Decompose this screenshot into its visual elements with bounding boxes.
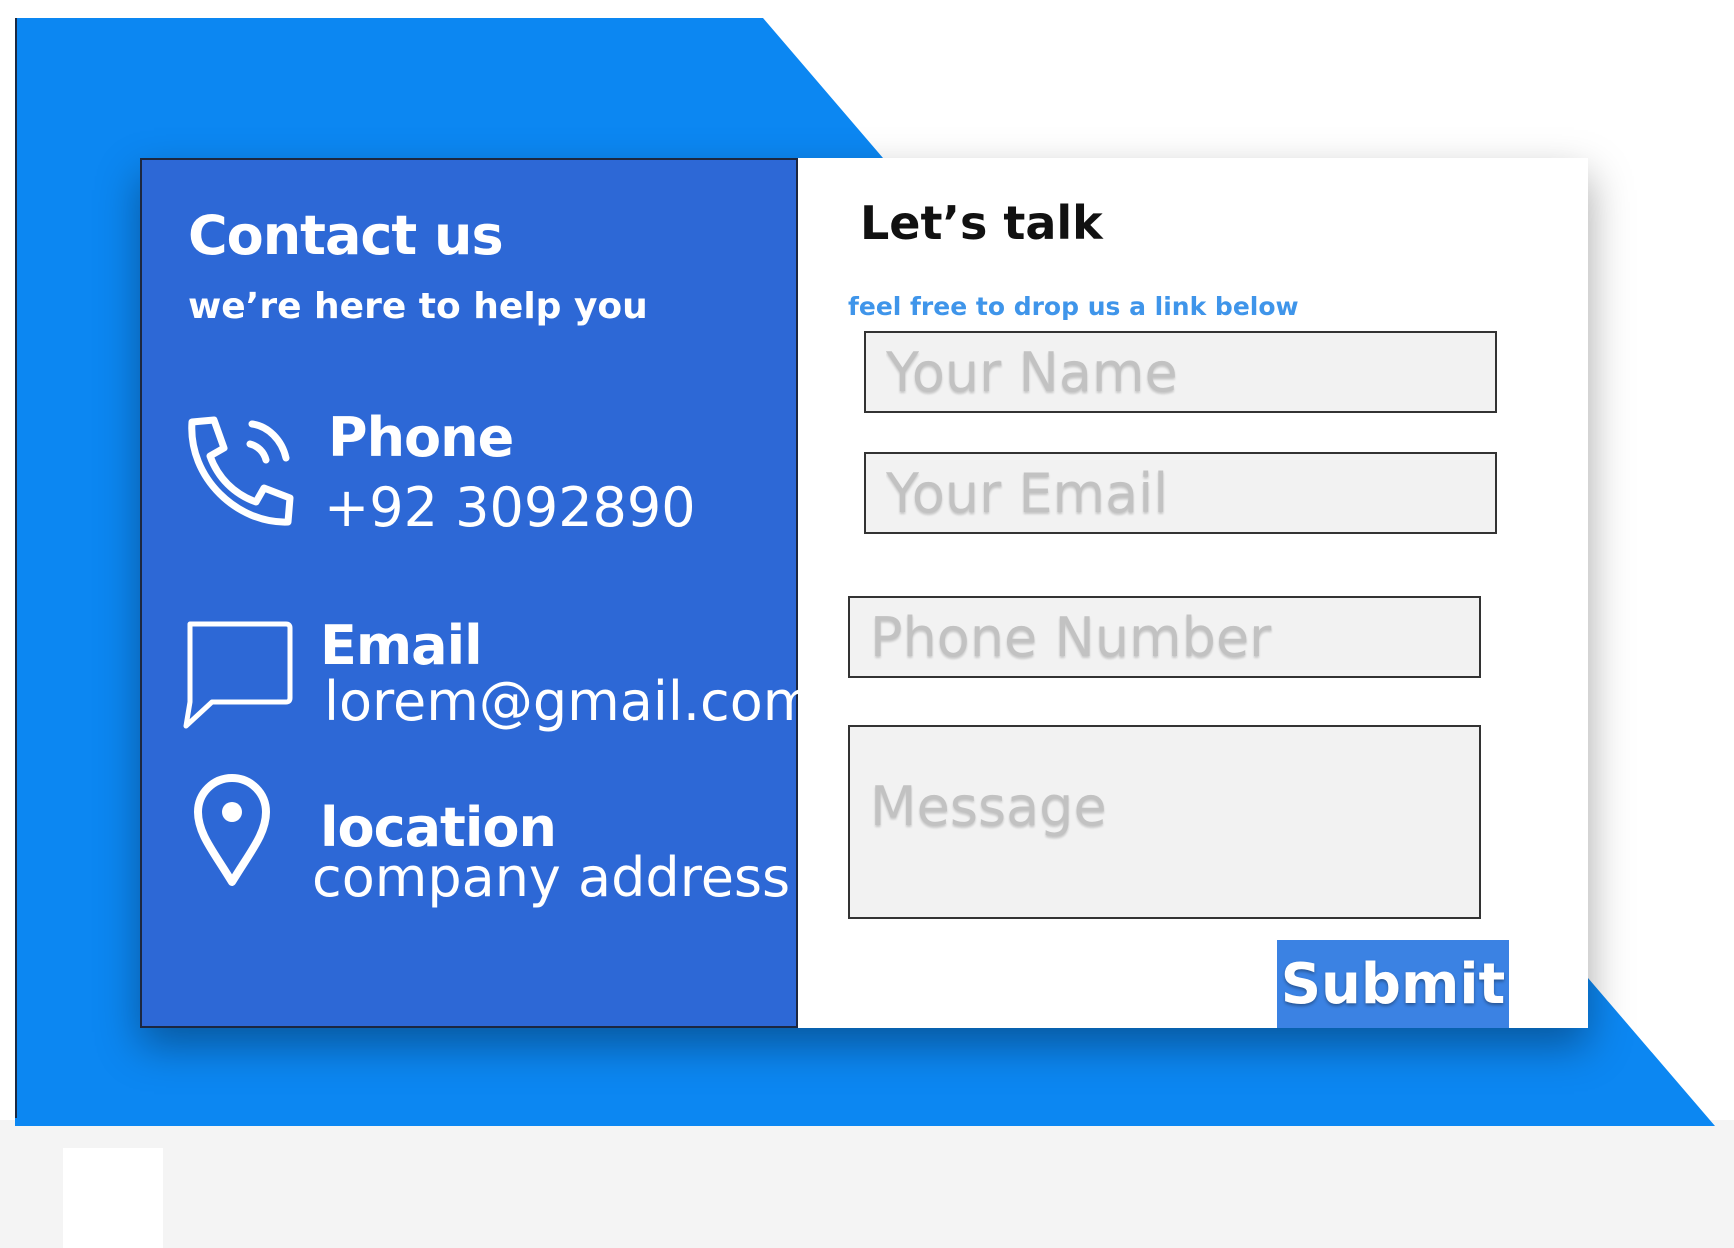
email-label: Email [320, 614, 483, 677]
contact-title: Contact us [188, 204, 504, 267]
chat-bubble-icon [182, 618, 294, 730]
phone-value: +92 3092890 [324, 476, 696, 539]
email-input[interactable] [864, 452, 1497, 534]
location-pin-icon [192, 772, 272, 888]
contact-info-panel: Contact us we’re here to help you Phone … [140, 158, 815, 1028]
background-edge-line [15, 18, 17, 1118]
contact-subtitle: we’re here to help you [188, 286, 648, 327]
form-title: Let’s talk [860, 196, 1103, 250]
contact-card: Contact us we’re here to help you Phone … [140, 158, 1588, 1028]
name-input[interactable] [864, 331, 1497, 413]
phone-input[interactable] [848, 596, 1481, 678]
location-value: company address [312, 846, 791, 909]
message-input[interactable] [848, 725, 1481, 919]
phone-label: Phone [328, 406, 514, 469]
submit-button[interactable]: Submit [1277, 940, 1509, 1028]
phone-icon [178, 412, 298, 532]
corner-square [63, 1148, 163, 1248]
email-value: lorem@gmail.com [324, 670, 816, 733]
form-subtitle: feel free to drop us a link below [848, 292, 1299, 321]
